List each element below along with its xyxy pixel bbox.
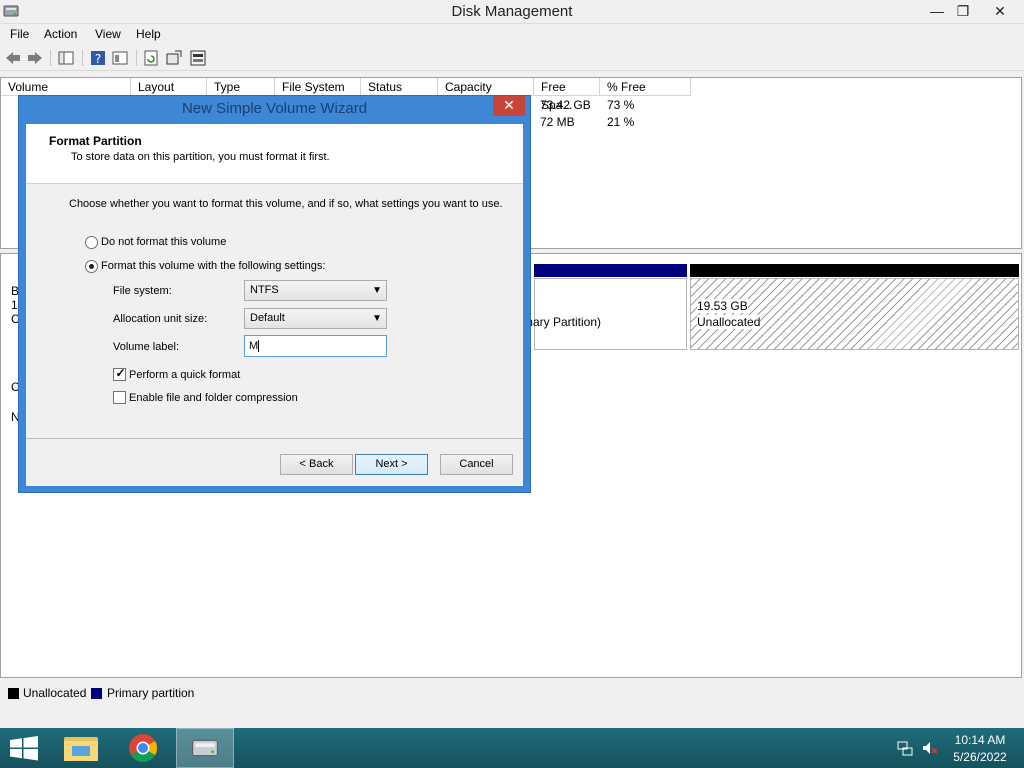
- check-mark-icon: ✓: [115, 366, 126, 380]
- properties-icon[interactable]: [111, 49, 129, 67]
- window-title: Disk Management: [451, 3, 573, 20]
- chrome-icon[interactable]: [114, 728, 172, 768]
- next-button[interactable]: Next >: [355, 454, 428, 475]
- column-free-space[interactable]: Free Spa...: [534, 78, 600, 112]
- dialog-separator: [26, 438, 523, 439]
- legend: Unallocated Primary partition: [0, 684, 1024, 702]
- unallocated-bar: [690, 264, 1019, 277]
- radio-no-format[interactable]: [85, 236, 98, 249]
- instruction-text: Choose whether you want to format this v…: [69, 198, 503, 210]
- column-file-system[interactable]: File System: [275, 78, 361, 96]
- console-tree-icon[interactable]: [57, 49, 75, 67]
- radio-format[interactable]: [85, 260, 98, 273]
- primary-partition-text: mary Partition): [523, 315, 602, 329]
- file-explorer-icon[interactable]: [52, 728, 110, 768]
- network-icon[interactable]: [897, 740, 913, 756]
- allocation-unit-value: Default: [250, 312, 285, 324]
- svg-text:?: ?: [95, 52, 101, 66]
- row2-percent-free: 21 %: [607, 115, 635, 129]
- page-heading: Format Partition: [49, 134, 142, 148]
- chevron-down-icon: ▼: [372, 313, 382, 324]
- dialog-header: Format Partition To store data on this p…: [26, 124, 523, 184]
- radio-format-label[interactable]: Format this volume with the following se…: [101, 260, 325, 272]
- menu-view[interactable]: View: [95, 27, 121, 41]
- refresh-icon[interactable]: [142, 49, 160, 67]
- primary-partition-box[interactable]: mary Partition): [523, 278, 687, 350]
- toolbar: ?: [0, 45, 1024, 71]
- radio-selected-dot: [89, 264, 94, 269]
- rescan-disks-icon[interactable]: [165, 49, 183, 67]
- primary-swatch: [91, 688, 102, 699]
- row1-free-space: 73.42 GB: [540, 98, 591, 112]
- unallocated-box[interactable]: 19.53 GB Unallocated: [690, 278, 1019, 350]
- menu-bar: File Action View Help: [0, 24, 1024, 44]
- allocation-unit-label: Allocation unit size:: [113, 313, 208, 325]
- text-caret: [258, 340, 260, 353]
- dialog-close-button[interactable]: ✕: [493, 96, 525, 116]
- compression-label[interactable]: Enable file and folder compression: [129, 392, 298, 404]
- toolbar-separator: [50, 50, 51, 66]
- radio-no-format-label[interactable]: Do not format this volume: [101, 236, 226, 248]
- new-simple-volume-wizard: New Simple Volume Wizard ✕ Format Partit…: [18, 95, 531, 493]
- primary-partition-bar: [534, 264, 687, 277]
- forward-icon[interactable]: [26, 49, 44, 67]
- menu-action[interactable]: Action: [44, 27, 77, 41]
- clock-date[interactable]: 5/26/2022: [940, 750, 1020, 764]
- dialog-body: Format Partition To store data on this p…: [26, 124, 523, 486]
- file-system-dropdown[interactable]: NTFS ▼: [244, 280, 387, 301]
- disk-label-fragment: 1: [11, 298, 18, 312]
- cancel-button[interactable]: Cancel: [440, 454, 513, 475]
- column-volume[interactable]: Volume: [1, 78, 131, 96]
- taskbar: 10:14 AM 5/26/2022: [0, 728, 1024, 768]
- quick-format-checkbox[interactable]: ✓: [113, 366, 126, 381]
- toolbar-separator: [136, 50, 137, 66]
- quick-format-label[interactable]: Perform a quick format: [129, 369, 240, 381]
- menu-help[interactable]: Help: [136, 27, 161, 41]
- title-bar: Disk Management — ❐ ✕: [0, 0, 1024, 24]
- row2-free-space: 72 MB: [540, 115, 575, 129]
- disk-properties-icon[interactable]: [189, 49, 207, 67]
- row1-percent-free: 73 %: [607, 98, 635, 112]
- unallocated-swatch: [8, 688, 19, 699]
- toolbar-separator: [82, 50, 83, 66]
- unallocated-label: Unallocated: [697, 315, 761, 329]
- volume-muted-icon[interactable]: [922, 740, 938, 756]
- compression-checkbox[interactable]: [113, 391, 126, 404]
- volume-label-value: M: [249, 340, 259, 352]
- file-system-value: NTFS: [250, 284, 279, 296]
- menu-file[interactable]: File: [10, 27, 29, 41]
- volume-label-label: Volume label:: [113, 341, 180, 353]
- disk-management-icon[interactable]: [176, 728, 234, 768]
- start-icon[interactable]: [0, 728, 58, 768]
- legend-primary: Primary partition: [107, 686, 195, 700]
- maximize-button[interactable]: ❐: [948, 0, 978, 22]
- volume-label-input[interactable]: M: [244, 335, 387, 357]
- column-type[interactable]: Type: [207, 78, 275, 96]
- clock-time[interactable]: 10:14 AM: [940, 733, 1020, 747]
- back-button[interactable]: < Back: [280, 454, 353, 475]
- column-percent-free[interactable]: % Free: [600, 78, 691, 96]
- column-capacity[interactable]: Capacity: [438, 78, 534, 96]
- column-status[interactable]: Status: [361, 78, 438, 96]
- chevron-down-icon: ▼: [372, 285, 382, 296]
- legend-unallocated: Unallocated: [23, 686, 87, 700]
- file-system-label: File system:: [113, 285, 172, 297]
- column-layout[interactable]: Layout: [131, 78, 207, 96]
- allocation-unit-dropdown[interactable]: Default ▼: [244, 308, 387, 329]
- dialog-title: New Simple Volume Wizard: [181, 100, 368, 117]
- page-subheading: To store data on this partition, you mus…: [71, 151, 330, 163]
- help-icon[interactable]: ?: [89, 49, 107, 67]
- back-icon[interactable]: [4, 49, 22, 67]
- close-button[interactable]: ✕: [981, 0, 1019, 22]
- unallocated-size: 19.53 GB: [697, 299, 748, 313]
